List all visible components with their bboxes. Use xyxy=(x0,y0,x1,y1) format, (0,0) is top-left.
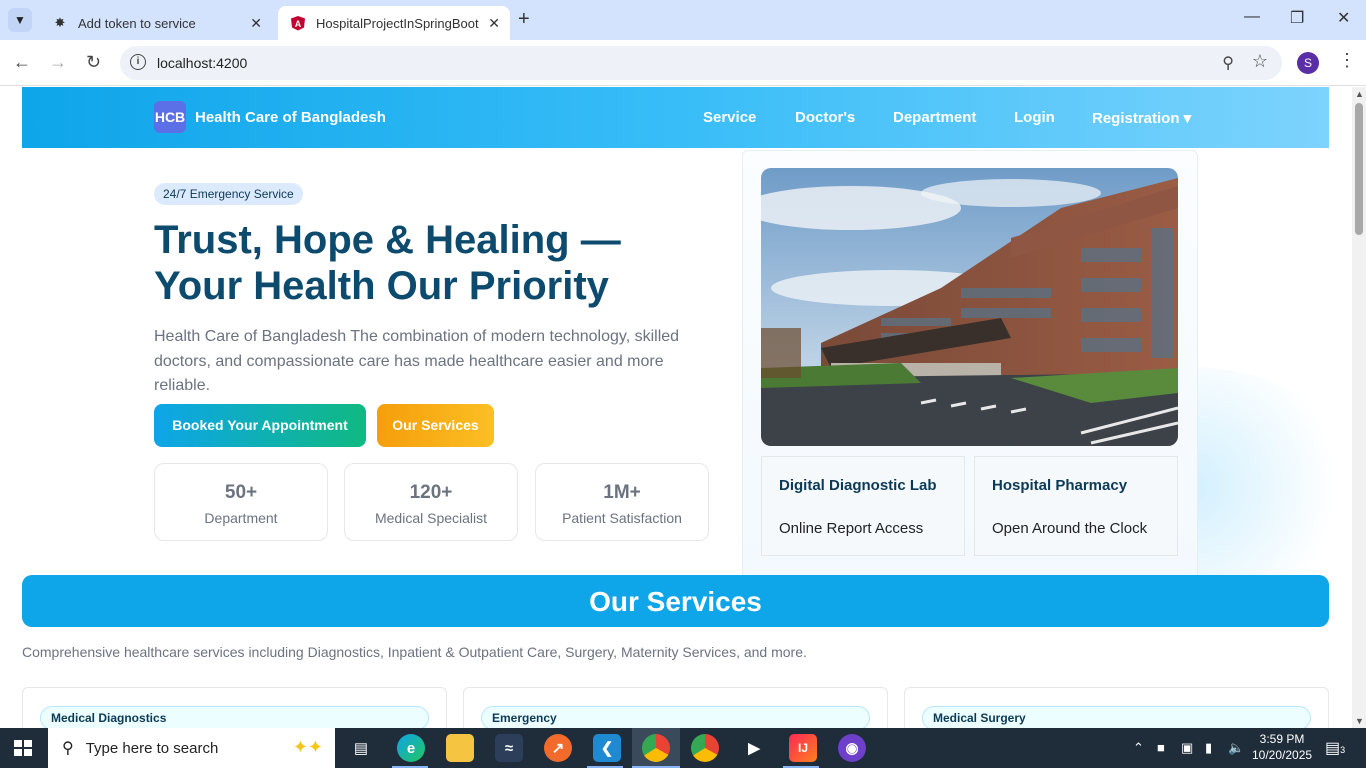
profile-avatar[interactable]: S xyxy=(1297,52,1319,74)
feature-title: Hospital Pharmacy xyxy=(992,477,1128,494)
close-window-icon[interactable]: ✕ xyxy=(1337,8,1350,28)
tab-hospital-project[interactable]: A HospitalProjectInSpringBoot ✕ xyxy=(278,6,510,40)
feature-description: Open Around the Clock xyxy=(992,520,1148,537)
new-tab-button[interactable]: + xyxy=(518,8,530,31)
stat-value: 50+ xyxy=(224,482,258,503)
file-explorer-icon[interactable] xyxy=(446,734,474,762)
service-card-title: Medical Surgery xyxy=(922,706,1311,728)
stat-label: Patient Satisfaction xyxy=(562,510,682,526)
vscode-icon[interactable]: ❮ xyxy=(593,734,621,762)
browser-toolbar: ← → ↻ i localhost:4200 ⚲ ☆ S ⋮ xyxy=(0,40,1366,86)
feature-card: Digital Diagnostic Lab Online Report Acc… xyxy=(761,456,965,556)
services-heading: Our Services xyxy=(22,575,1329,627)
book-appointment-button[interactable]: Booked Your Appointment xyxy=(154,404,366,447)
tray-overflow-icon[interactable]: ⌃ xyxy=(1133,740,1144,756)
battery-icon[interactable]: ▮ xyxy=(1205,740,1212,756)
feature-card: Hospital Pharmacy Open Around the Clock xyxy=(974,456,1178,556)
clock-time: 3:59 PM xyxy=(1259,732,1305,746)
nav-service[interactable]: Service xyxy=(703,109,756,126)
close-tab-icon[interactable]: ✕ xyxy=(488,15,500,32)
page-scrollbar[interactable]: ▲ ▼ xyxy=(1352,87,1366,728)
chrome-profile-icon[interactable] xyxy=(642,734,670,762)
browser-tab-strip: ▼ ✸ Add token to service ✕ A HospitalPro… xyxy=(0,0,1366,40)
scroll-down-icon[interactable]: ▼ xyxy=(1355,716,1364,726)
hospital-building-image xyxy=(761,168,1178,446)
stat-value: 120+ xyxy=(409,482,453,503)
angular-icon: A xyxy=(290,15,306,31)
taskbar-search-box[interactable]: ⚲ Type here to search ✦✦ xyxy=(48,728,335,768)
back-arrow-icon[interactable]: ← xyxy=(13,52,31,73)
notification-count: 3 xyxy=(1340,745,1346,755)
chrome-menu-icon[interactable]: ⋮ xyxy=(1338,50,1356,71)
services-description: Comprehensive healthcare services includ… xyxy=(22,644,807,660)
windows-taskbar: ⚲ Type here to search ✦✦ ▤ e ≈ ↗ ❮ ▶ IJ … xyxy=(0,728,1366,768)
feature-description: Online Report Access xyxy=(779,520,924,537)
forward-arrow-icon[interactable]: → xyxy=(49,52,67,73)
openai-icon: ✸ xyxy=(54,15,66,30)
stat-card: 50+ Department xyxy=(154,463,328,541)
copilot-sparkle-icon: ✦✦ xyxy=(292,737,323,757)
svg-text:A: A xyxy=(295,19,302,29)
service-card[interactable]: Medical Surgery xyxy=(904,687,1329,728)
postman-icon[interactable]: ↗ xyxy=(544,734,572,762)
minimize-icon[interactable]: — xyxy=(1244,8,1260,26)
brand-logo[interactable]: HCB xyxy=(154,101,186,133)
nav-department[interactable]: Department xyxy=(893,109,976,126)
taskbar-clock[interactable]: 3:59 PM 10/20/2025 xyxy=(1252,731,1312,763)
nav-doctors[interactable]: Doctor's xyxy=(795,109,855,126)
meet-now-icon[interactable]: ■ xyxy=(1157,740,1165,755)
bookmark-star-icon[interactable]: ☆ xyxy=(1252,51,1268,72)
stat-label: Department xyxy=(204,510,278,526)
volume-muted-icon[interactable]: 🔈 xyxy=(1228,740,1244,756)
network-icon[interactable]: ▣ xyxy=(1181,740,1193,756)
hero-title-line1: Trust, Hope & Healing — xyxy=(154,218,621,262)
zoom-icon[interactable]: ⚲ xyxy=(1222,53,1234,73)
address-bar[interactable]: i localhost:4200 ⚲ ☆ xyxy=(120,46,1282,80)
our-services-button[interactable]: Our Services xyxy=(377,404,494,447)
brand-name[interactable]: Health Care of Bangladesh xyxy=(195,109,386,126)
site-info-icon[interactable]: i xyxy=(130,54,146,70)
site-navbar: HCB Health Care of Bangladesh Service Do… xyxy=(22,87,1329,148)
scroll-up-icon[interactable]: ▲ xyxy=(1355,89,1364,99)
notification-center-icon[interactable]: ▤3 xyxy=(1325,738,1345,758)
reload-icon[interactable]: ↻ xyxy=(86,52,101,73)
chrome-icon[interactable] xyxy=(691,734,719,762)
clock-date: 10/20/2025 xyxy=(1252,748,1313,762)
task-view-icon[interactable]: ▤ xyxy=(347,734,375,762)
tab-search-button[interactable]: ▼ xyxy=(8,8,32,32)
url-text[interactable]: localhost:4200 xyxy=(157,55,247,71)
stat-value: 1M+ xyxy=(603,482,641,503)
hero-title: Trust, Hope & Healing — Your Health Our … xyxy=(154,217,714,309)
windows-start-icon[interactable] xyxy=(14,740,32,756)
tab-title: Add token to service xyxy=(78,15,196,31)
service-card[interactable]: Emergency xyxy=(463,687,888,728)
close-tab-icon[interactable]: ✕ xyxy=(250,15,262,32)
feature-title: Digital Diagnostic Lab xyxy=(779,477,937,494)
tab-add-token[interactable]: ✸ Add token to service ✕ xyxy=(40,6,272,40)
tab-title: HospitalProjectInSpringBoot xyxy=(316,15,479,31)
nav-login[interactable]: Login xyxy=(1014,109,1055,126)
scrollbar-thumb[interactable] xyxy=(1355,103,1363,235)
hero-title-line2: Your Health Our Priority xyxy=(154,264,609,308)
stat-card: 1M+ Patient Satisfaction xyxy=(535,463,709,541)
video-editor-icon[interactable]: ▶ xyxy=(740,734,768,762)
service-card[interactable]: Medical Diagnostics xyxy=(22,687,447,728)
edge-icon[interactable]: e xyxy=(397,734,425,762)
search-placeholder: Type here to search xyxy=(85,739,219,757)
service-card-title: Medical Diagnostics xyxy=(40,706,429,728)
hero-section: 24/7 Emergency Service Trust, Hope & Hea… xyxy=(154,183,714,399)
emergency-badge: 24/7 Emergency Service xyxy=(154,183,303,205)
service-card-title: Emergency xyxy=(481,706,870,728)
mysql-workbench-icon[interactable]: ≈ xyxy=(495,734,523,762)
hero-description: Health Care of Bangladesh The combinatio… xyxy=(154,328,680,394)
search-icon: ⚲ xyxy=(62,740,74,757)
page-viewport: HCB Health Care of Bangladesh Service Do… xyxy=(0,87,1352,728)
github-desktop-icon[interactable]: ◉ xyxy=(838,734,866,762)
restore-icon[interactable]: ❐ xyxy=(1290,8,1304,28)
nav-registration[interactable]: Registration ▾ xyxy=(1092,109,1191,127)
stat-card: 120+ Medical Specialist xyxy=(344,463,518,541)
intellij-icon[interactable]: IJ xyxy=(789,734,817,762)
stat-label: Medical Specialist xyxy=(374,510,488,526)
